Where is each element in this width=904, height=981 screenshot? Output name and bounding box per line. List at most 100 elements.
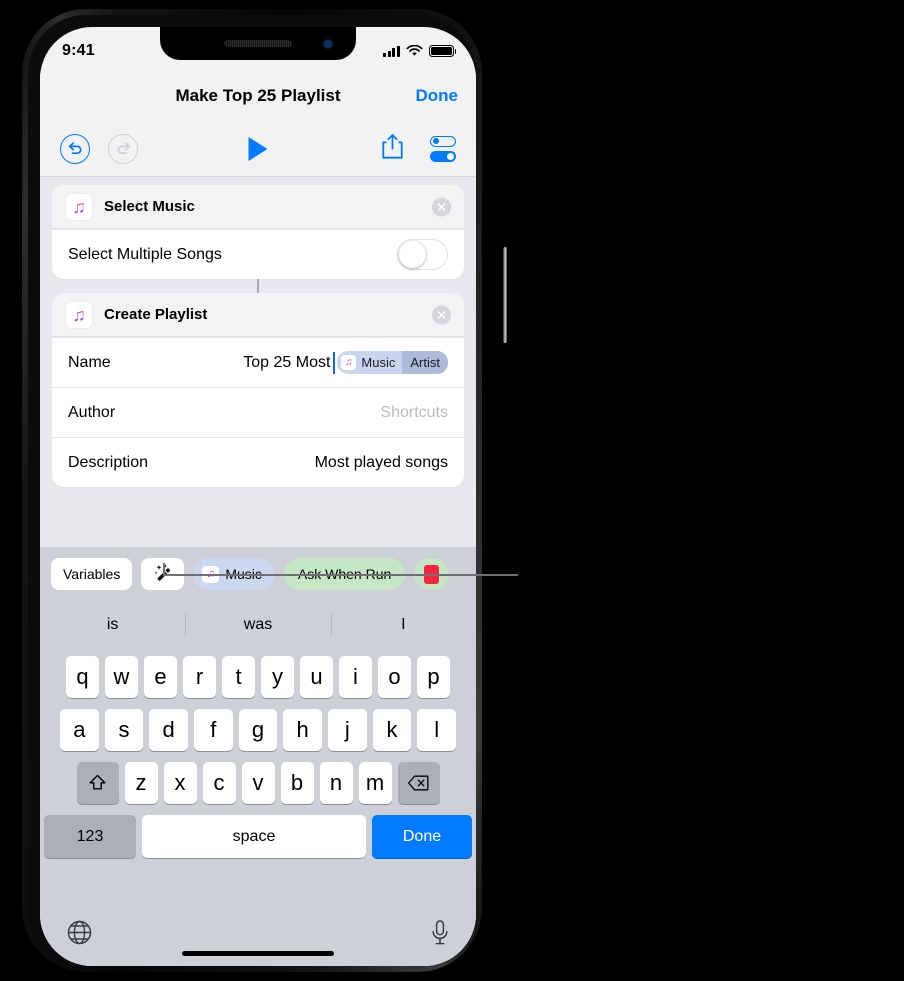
select-multiple-songs-toggle[interactable] xyxy=(397,239,448,270)
key-w[interactable]: w xyxy=(105,656,138,698)
action-row-select-multiple-songs[interactable]: Select Multiple Songs xyxy=(52,229,464,279)
red-app-icon xyxy=(424,564,440,584)
prediction-2[interactable]: I xyxy=(331,617,476,633)
space-key[interactable]: space xyxy=(142,815,366,858)
shift-arrow-icon xyxy=(89,774,106,790)
navigation-bar: Make Top 25 Playlist Done xyxy=(40,71,476,121)
dictation-key[interactable] xyxy=(430,919,450,952)
page-title: Make Top 25 Playlist xyxy=(175,86,341,105)
close-circle-icon[interactable] xyxy=(432,305,451,324)
wifi-icon xyxy=(406,45,423,56)
key-a[interactable]: a xyxy=(59,709,99,751)
run-shortcut-button[interactable] xyxy=(248,136,268,161)
home-indicator xyxy=(182,951,334,956)
key-r[interactable]: r xyxy=(183,656,216,698)
status-indicators xyxy=(383,41,457,57)
key-z[interactable]: z xyxy=(124,762,158,804)
key-s[interactable]: s xyxy=(104,709,144,751)
globe-key[interactable] xyxy=(66,919,93,951)
settings-toggle-on-icon xyxy=(430,150,456,162)
action-row-name[interactable]: Name Top 25 Most ♫ Music Artist xyxy=(52,337,464,387)
key-f[interactable]: f xyxy=(194,709,233,751)
shortcut-settings-button[interactable] xyxy=(430,135,456,162)
editor-toolbar xyxy=(40,121,476,177)
battery-full-icon xyxy=(429,45,457,57)
apple-music-icon: ♫ xyxy=(341,355,357,370)
name-field-value[interactable]: Top 25 Most ♫ Music Artist xyxy=(243,351,448,374)
magic-wand-button[interactable] xyxy=(141,558,185,590)
globe-language-icon xyxy=(67,920,92,945)
key-y[interactable]: y xyxy=(261,656,294,698)
key-x[interactable]: x xyxy=(163,762,197,804)
variable-chip-ask-when-run[interactable]: Ask When Run xyxy=(283,558,406,590)
row-label: Select Multiple Songs xyxy=(68,245,222,263)
undo-arrow-icon xyxy=(68,142,81,155)
numbers-key[interactable]: 123 xyxy=(44,815,136,858)
done-button[interactable]: Done xyxy=(416,86,459,106)
author-placeholder: Shortcuts xyxy=(380,403,448,421)
device-notch xyxy=(160,27,356,60)
key-d[interactable]: d xyxy=(149,709,188,751)
chip-label: Music xyxy=(225,566,262,582)
music-note-glyph: ♫ xyxy=(72,304,86,325)
key-p[interactable]: p xyxy=(417,656,450,698)
key-t[interactable]: t xyxy=(222,656,255,698)
key-g[interactable]: g xyxy=(238,709,278,751)
shift-key[interactable] xyxy=(76,762,119,804)
row-label: Author xyxy=(68,403,116,421)
x-glyph xyxy=(437,310,446,319)
key-k[interactable]: k xyxy=(372,709,412,751)
action-connector-line xyxy=(257,279,259,293)
key-v[interactable]: v xyxy=(241,762,275,804)
key-i[interactable]: i xyxy=(339,656,372,698)
share-button[interactable] xyxy=(381,133,404,165)
keyboard-footer-bar xyxy=(40,904,476,966)
key-u[interactable]: u xyxy=(300,656,333,698)
action-row-author[interactable]: Author Shortcuts xyxy=(52,387,464,437)
backspace-key[interactable] xyxy=(397,762,440,804)
variable-chip-partial[interactable] xyxy=(414,558,450,590)
action-row-description[interactable]: Description Most played songs xyxy=(52,437,464,487)
key-o[interactable]: o xyxy=(378,656,411,698)
key-m[interactable]: m xyxy=(358,762,392,804)
key-e[interactable]: e xyxy=(144,656,177,698)
key-b[interactable]: b xyxy=(280,762,314,804)
action-card-select-music[interactable]: ♫ Select Music Select Multiple Songs xyxy=(52,185,464,279)
key-c[interactable]: c xyxy=(202,762,236,804)
status-time: 9:41 xyxy=(62,42,95,59)
action-header[interactable]: ♫ Create Playlist xyxy=(52,293,464,337)
chip-label: Ask When Run xyxy=(297,566,392,582)
undo-button[interactable] xyxy=(60,133,90,164)
close-circle-icon[interactable] xyxy=(432,197,451,216)
key-n[interactable]: n xyxy=(319,762,353,804)
device-bezel: 9:41 Make Top 25 Playlist Done ♫ Select … xyxy=(28,15,476,966)
action-card-create-playlist[interactable]: ♫ Create Playlist Name Top 25 Most ♫ Mus… xyxy=(52,293,464,487)
variable-chip-music[interactable]: ♫ Music xyxy=(193,558,275,590)
action-header[interactable]: ♫ Select Music xyxy=(52,185,464,229)
key-h[interactable]: h xyxy=(283,709,323,751)
prediction-1[interactable]: was xyxy=(185,617,330,633)
variables-accessory-bar: Variables ♫ Music Ask When Run xyxy=(40,547,476,601)
apple-music-icon: ♫ xyxy=(66,193,92,220)
description-value: Most played songs xyxy=(314,453,448,471)
return-done-key[interactable]: Done xyxy=(372,815,472,858)
key-j[interactable]: j xyxy=(328,709,367,751)
keyboard-row-4: 123 space Done xyxy=(40,815,476,858)
music-note-glyph: ♫ xyxy=(345,357,353,368)
keyboard-row-1: q w e r t y u i o p xyxy=(40,656,476,698)
variables-button[interactable]: Variables xyxy=(51,558,133,590)
prediction-0[interactable]: is xyxy=(40,617,185,633)
action-title: Select Music xyxy=(104,198,195,215)
key-q[interactable]: q xyxy=(66,656,99,698)
variable-token-music-artist[interactable]: ♫ Music Artist xyxy=(337,351,448,374)
redo-button[interactable] xyxy=(108,133,138,164)
predictive-text-bar: is was I xyxy=(40,601,476,649)
variable-property: Artist xyxy=(402,351,448,374)
action-title: Create Playlist xyxy=(104,306,208,323)
variable-name: Music xyxy=(361,355,396,370)
name-text: Top 25 Most xyxy=(243,353,331,371)
text-cursor xyxy=(333,351,336,374)
key-l[interactable]: l xyxy=(417,709,457,751)
side-power-button[interactable] xyxy=(503,247,507,343)
magic-wand-icon xyxy=(154,564,170,581)
